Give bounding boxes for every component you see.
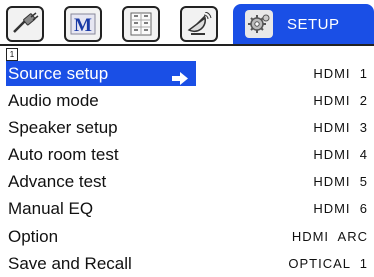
tab-bar-divider — [0, 44, 374, 46]
grid-panel-icon — [129, 12, 153, 36]
menu-item-value: HDMI ARC — [291, 229, 368, 244]
page-indicator: 1 — [6, 48, 18, 61]
menu-row-auto-room-test[interactable]: Auto room test HDMI 4 — [0, 142, 374, 167]
tab-connections[interactable] — [6, 6, 44, 42]
top-tab-bar: M SETUP — [0, 0, 374, 50]
menu-row-source-setup[interactable]: Source setup HDMI 1 — [0, 61, 374, 86]
menu-item-label: Source setup — [8, 64, 109, 83]
menu-item-option[interactable]: Option — [6, 224, 58, 249]
menu-row-audio-mode[interactable]: Audio mode HDMI 2 — [0, 88, 374, 113]
tab-network[interactable] — [180, 6, 218, 42]
menu-item-value: HDMI 5 — [313, 174, 368, 189]
tab-music[interactable]: M — [64, 6, 102, 42]
menu-item-value: HDMI 2 — [313, 93, 368, 108]
plug-cable-icon — [11, 12, 39, 36]
menu-row-option[interactable]: Option HDMI ARC — [0, 224, 374, 249]
tab-display[interactable] — [122, 6, 160, 42]
satellite-dish-icon — [185, 12, 213, 36]
menu-row-save-and-recall[interactable]: Save and Recall OPTICAL 1 — [0, 251, 374, 276]
gear-icon — [245, 10, 273, 38]
menu-item-auto-room-test[interactable]: Auto room test — [6, 142, 119, 167]
menu-item-manual-eq[interactable]: Manual EQ — [6, 196, 93, 221]
m-logo-icon: M — [69, 12, 97, 36]
menu-item-speaker-setup[interactable]: Speaker setup — [6, 115, 118, 140]
menu-item-value: HDMI 6 — [313, 201, 368, 216]
tab-setup-label: SETUP — [287, 15, 340, 33]
menu-row-manual-eq[interactable]: Manual EQ HDMI 6 — [0, 196, 374, 221]
menu-row-speaker-setup[interactable]: Speaker setup HDMI 3 — [0, 115, 374, 140]
menu-item-source-setup[interactable]: Source setup — [6, 61, 196, 86]
menu-row-advance-test[interactable]: Advance test HDMI 5 — [0, 169, 374, 194]
menu-item-value: HDMI 1 — [313, 66, 368, 81]
tab-setup[interactable]: SETUP — [233, 4, 374, 44]
menu-item-value: HDMI 4 — [313, 147, 368, 162]
m-logo-letter: M — [74, 15, 92, 36]
menu-item-value: OPTICAL 1 — [288, 256, 368, 271]
menu-item-save-and-recall[interactable]: Save and Recall — [6, 251, 132, 276]
menu-item-advance-test[interactable]: Advance test — [6, 169, 106, 194]
menu-item-audio-mode[interactable]: Audio mode — [6, 88, 99, 113]
menu-item-value: HDMI 3 — [313, 120, 368, 135]
